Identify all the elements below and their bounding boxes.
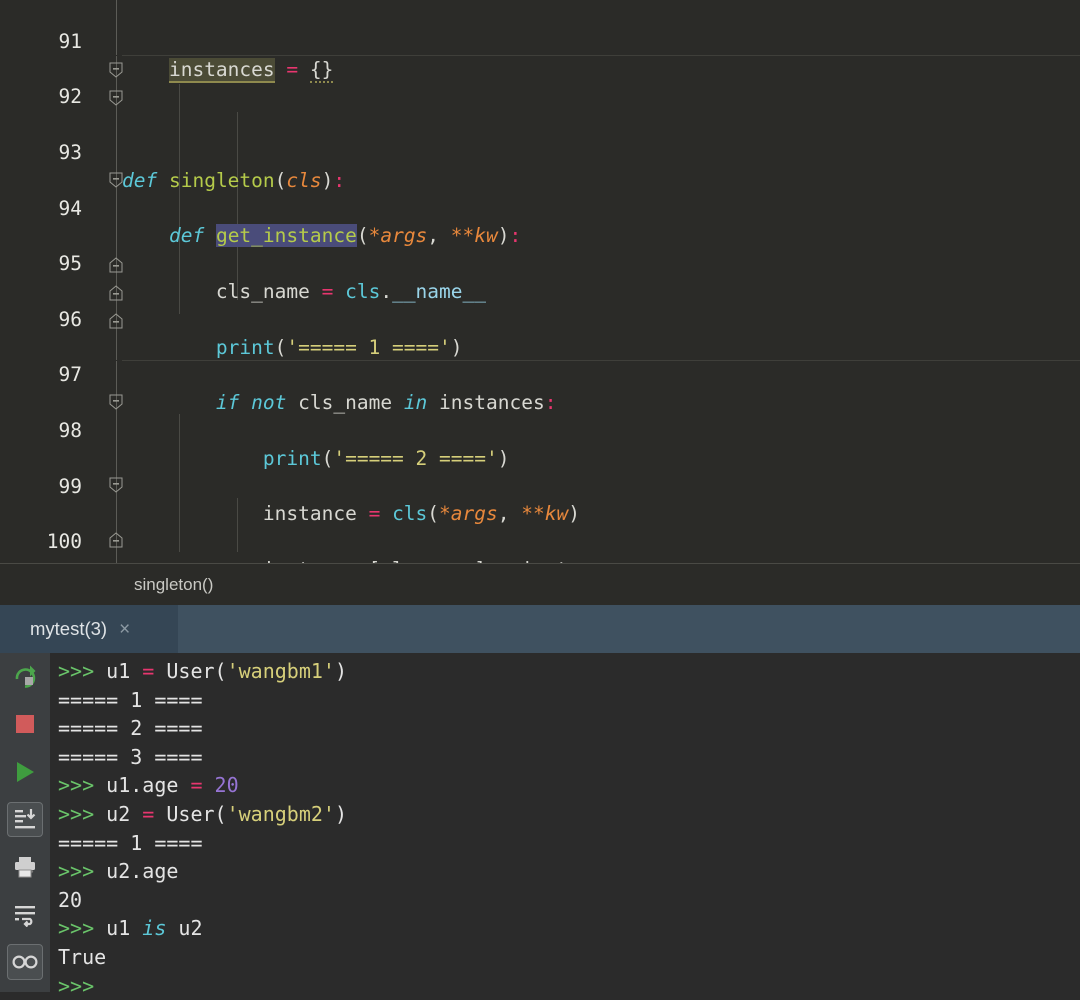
code-editor[interactable]: 91 instances = {} 92 93 def singleton(cl… [0, 0, 1080, 563]
console-line-input[interactable]: >>> [58, 972, 1080, 1000]
console-prompt: >>> [58, 773, 95, 798]
line-number: 96 [58, 307, 82, 331]
soft-wrap-icon[interactable] [7, 897, 43, 933]
line-number: 97 [58, 363, 82, 387]
tab-mytest[interactable]: mytest(3) × [0, 605, 178, 653]
line-number: 99 [58, 474, 82, 498]
console-line: >>> u2 = User('wangbm2') [58, 801, 348, 826]
code-line[interactable]: 91 instances = {} [0, 0, 1080, 83]
console-line: >>> u2.age [58, 857, 1080, 886]
console-prompt: >>> [58, 659, 95, 683]
tab-label: mytest(3) [30, 618, 108, 639]
console-line: ===== 1 ==== [58, 686, 1080, 715]
code-line[interactable]: 100 instances[cls_name] = instance [0, 500, 1080, 563]
rerun-icon[interactable] [7, 659, 43, 695]
stop-icon[interactable] [7, 707, 43, 743]
console-toolbar[interactable] [0, 653, 50, 992]
code-line[interactable]: 93 def singleton(cls): [0, 111, 1080, 192]
fold-end-marker-icon[interactable] [108, 257, 124, 273]
line-number: 92 [58, 85, 82, 109]
code-line[interactable]: 96 print('===== 1 ====') [0, 278, 1080, 359]
console-line: ===== 2 ==== [58, 714, 1080, 743]
indent-guide [179, 414, 180, 552]
line-number: 93 [58, 140, 82, 164]
console-text: 20 [58, 887, 83, 912]
line-number: 95 [58, 252, 82, 276]
fold-marker-icon[interactable] [108, 90, 124, 106]
console-output[interactable]: >>> u1 = User('wangbm1') ===== 1 ==== ==… [50, 653, 1080, 998]
code-line[interactable]: 98 print('===== 2 ====') [0, 389, 1080, 470]
fold-end-marker-icon[interactable] [108, 313, 124, 329]
breadcrumb-item-singleton[interactable]: singleton() [134, 575, 213, 595]
line-number: 94 [58, 196, 82, 220]
console-line: ===== 3 ==== [58, 743, 1080, 772]
console-text: u2.age [94, 859, 179, 884]
code-line[interactable]: 101 return instances[cls_name] [0, 556, 1080, 563]
line-number: 91 [58, 29, 82, 53]
code-line[interactable]: 97 if not cls_name in instances: [0, 334, 1080, 414]
console-prompt: >>> [58, 801, 95, 826]
indent-guide [237, 112, 238, 300]
scroll-to-end-icon[interactable] [7, 801, 43, 838]
console-tab-bar[interactable]: mytest(3) × [0, 605, 1080, 653]
code-line[interactable]: 92 [0, 56, 1080, 108]
console-line: >>> u1 = User('wangbm1') [58, 659, 348, 683]
close-icon[interactable]: × [119, 620, 130, 639]
console-text: ===== 3 ==== [58, 744, 203, 769]
run-icon[interactable] [7, 754, 43, 790]
line-number: 100 [46, 530, 82, 554]
breadcrumb[interactable]: singleton() [0, 563, 1080, 605]
console-line: True [58, 943, 1080, 972]
code-line[interactable]: 94 def get_instance(*args, **kw): [0, 167, 1080, 248]
console-prompt: >>> [58, 973, 95, 998]
console-text: ===== 2 ==== [58, 716, 203, 741]
line-number: 98 [58, 418, 82, 442]
console-line: >>> u1.age = 20 [58, 773, 239, 798]
console-line: ===== 1 ==== [58, 829, 1080, 858]
code-line[interactable]: 95 cls_name = cls.__name__ [0, 222, 1080, 303]
fold-marker-icon[interactable] [108, 477, 124, 493]
print-icon[interactable] [7, 849, 43, 885]
preview-glasses-icon[interactable] [7, 944, 43, 980]
fold-end-marker-icon[interactable] [108, 532, 124, 548]
console-line: 20 [58, 886, 1080, 915]
code-line[interactable]: 99 instance = cls(*args, **kw) [0, 445, 1080, 526]
console-prompt: >>> [58, 916, 95, 941]
console-text: ===== 1 ==== [58, 687, 203, 712]
console-line: >>> u1 is u2 [58, 916, 203, 941]
python-console[interactable]: >>> u1 = User('wangbm1') ===== 1 ==== ==… [0, 653, 1080, 998]
console-prompt: >>> [58, 859, 95, 884]
console-text: ===== 1 ==== [58, 830, 203, 855]
console-text: True [58, 944, 107, 969]
